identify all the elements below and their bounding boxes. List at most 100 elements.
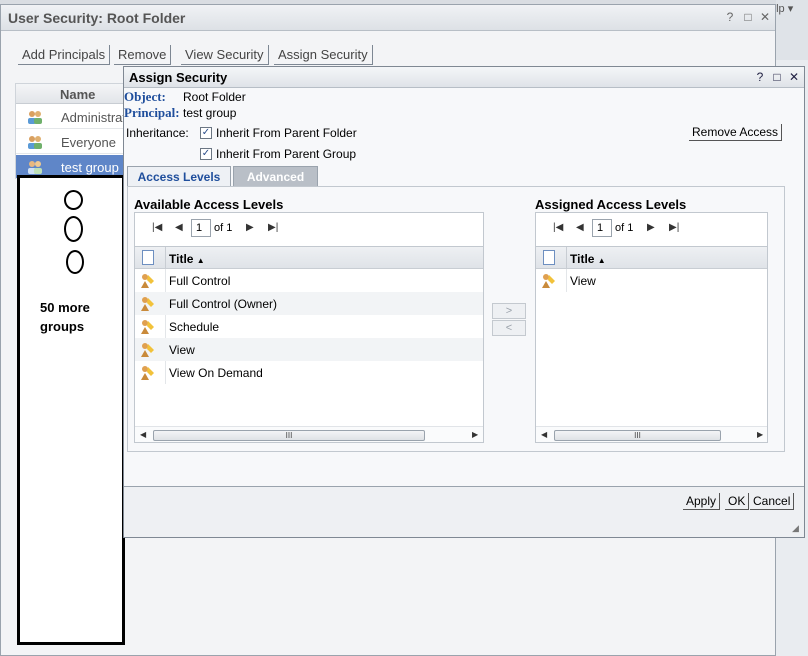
tab-advanced[interactable]: Advanced: [233, 166, 318, 186]
annotation-text: 50 more groups: [40, 300, 90, 334]
group-icon: [28, 136, 42, 149]
group-icon: [28, 161, 42, 174]
access-level-icon: [141, 343, 154, 357]
last-page-icon[interactable]: ▶|: [268, 222, 278, 233]
first-page-icon[interactable]: |◀: [553, 222, 563, 233]
inherit-folder-checkbox[interactable]: ✓: [200, 127, 212, 139]
cancel-button[interactable]: Cancel: [750, 493, 795, 510]
horizontal-scrollbar[interactable]: ◀ III ▶: [536, 426, 767, 442]
ok-button[interactable]: OK: [725, 493, 750, 510]
scroll-left-icon[interactable]: ◀: [541, 430, 547, 439]
list-item[interactable]: Full Control: [135, 269, 483, 292]
inherit-folder-label: Inherit From Parent Folder: [216, 126, 357, 140]
assign-security-dialog: Assign Security ? □ ✕ Object: Root Folde…: [123, 66, 805, 538]
help-icon[interactable]: ?: [753, 70, 767, 84]
title-column-label: Title: [169, 252, 194, 266]
first-page-icon[interactable]: |◀: [152, 222, 162, 233]
access-levels-panel: Available Access Levels |◀ ◀ 1 of 1 ▶ ▶|…: [127, 186, 785, 452]
add-principals-button[interactable]: Add Principals: [18, 45, 111, 65]
list-item-label: View: [570, 274, 596, 288]
next-page-icon[interactable]: ▶: [647, 222, 655, 233]
list-item[interactable]: Full Control (Owner): [135, 292, 483, 315]
inherit-group-label: Inherit From Parent Group: [216, 147, 357, 161]
available-grid-header: Title ▲: [135, 246, 483, 269]
column-separator: [165, 247, 166, 269]
last-page-icon[interactable]: ▶|: [669, 222, 679, 233]
available-title: Available Access Levels: [134, 197, 284, 212]
principal-label: Principal:: [124, 105, 180, 120]
principals-table: Name Administrat Everyone test group: [15, 83, 127, 179]
object-value: Root Folder: [183, 90, 246, 104]
list-item-label: Full Control (Owner): [169, 297, 278, 311]
list-item[interactable]: View: [135, 338, 483, 361]
scroll-thumb[interactable]: III: [554, 430, 721, 441]
prev-page-icon[interactable]: ◀: [576, 222, 584, 233]
document-icon: [543, 250, 555, 265]
access-level-icon: [542, 274, 555, 288]
document-icon: [142, 250, 154, 265]
list-item-label: View On Demand: [169, 366, 263, 380]
title-column-header[interactable]: Title ▲: [570, 252, 606, 266]
title-column-label: Title: [570, 252, 595, 266]
scroll-left-icon[interactable]: ◀: [140, 430, 146, 439]
resize-grip-icon[interactable]: ◢: [792, 523, 799, 534]
annotation-oval: [66, 250, 84, 274]
assigned-grid-header: Title ▲: [536, 246, 767, 269]
dialog-titlebar: Assign Security ? □ ✕: [124, 67, 804, 88]
remove-access-button[interactable]: Remove Access: [689, 124, 783, 141]
annotation-box: 50 more groups: [17, 175, 125, 645]
page-count: of 1: [615, 222, 634, 234]
remove-button[interactable]: Remove: [114, 45, 172, 65]
page-input[interactable]: 1: [191, 219, 211, 237]
list-item-label: Full Control: [169, 274, 231, 288]
view-security-button[interactable]: View Security: [181, 45, 269, 65]
list-item[interactable]: Schedule: [135, 315, 483, 338]
window-title: User Security: Root Folder: [8, 10, 186, 26]
add-access-button[interactable]: >: [492, 303, 526, 319]
access-level-icon: [141, 274, 154, 288]
assigned-grid: |◀ ◀ 1 of 1 ▶ ▶| Title ▲ View ◀ III ▶: [535, 212, 768, 443]
annotation-oval: [64, 216, 83, 242]
window-titlebar: User Security: Root Folder ? □ ✕: [1, 5, 775, 31]
row-label: Administrat: [61, 110, 126, 125]
inherit-group-checkbox[interactable]: ✓: [200, 148, 212, 160]
table-row[interactable]: Everyone: [16, 130, 126, 154]
scroll-right-icon[interactable]: ▶: [472, 430, 478, 439]
close-icon[interactable]: ✕: [787, 70, 801, 84]
scroll-right-icon[interactable]: ▶: [757, 430, 763, 439]
maximize-icon[interactable]: □: [770, 70, 784, 84]
scroll-thumb[interactable]: III: [153, 430, 425, 441]
access-level-icon: [141, 320, 154, 334]
access-level-icon: [141, 297, 154, 311]
help-icon[interactable]: ?: [723, 10, 737, 24]
access-level-icon: [141, 366, 154, 380]
page-count: of 1: [214, 222, 233, 234]
available-pager: |◀ ◀ 1 of 1 ▶ ▶|: [135, 213, 483, 243]
prev-page-icon[interactable]: ◀: [175, 222, 183, 233]
group-icon: [28, 111, 42, 124]
next-page-icon[interactable]: ▶: [246, 222, 254, 233]
list-item-label: Schedule: [169, 320, 220, 334]
available-rows: Full Control Full Control (Owner) Schedu…: [135, 269, 483, 384]
dialog-title: Assign Security: [129, 70, 228, 85]
table-row[interactable]: Administrat: [16, 105, 126, 129]
name-column-header[interactable]: Name: [60, 87, 95, 102]
maximize-icon[interactable]: □: [741, 10, 755, 24]
available-grid: |◀ ◀ 1 of 1 ▶ ▶| Title ▲ Full Control Fu…: [134, 212, 484, 443]
list-item[interactable]: View On Demand: [135, 361, 483, 384]
annotation-oval: [64, 190, 83, 210]
apply-button[interactable]: Apply: [683, 493, 721, 510]
principal-value: test group: [183, 106, 237, 120]
row-label: Everyone: [61, 135, 116, 150]
assigned-pager: |◀ ◀ 1 of 1 ▶ ▶|: [536, 213, 767, 243]
inheritance-label: Inheritance:: [126, 126, 189, 140]
assign-security-button[interactable]: Assign Security: [274, 45, 373, 65]
tab-access-levels[interactable]: Access Levels: [127, 166, 231, 186]
remove-access-level-button[interactable]: <: [492, 320, 526, 336]
page-input[interactable]: 1: [592, 219, 612, 237]
list-item[interactable]: View: [536, 269, 767, 292]
table-header: Name: [16, 84, 126, 104]
title-column-header[interactable]: Title ▲: [169, 252, 205, 266]
horizontal-scrollbar[interactable]: ◀ III ▶: [135, 426, 483, 442]
close-icon[interactable]: ✕: [758, 10, 772, 24]
